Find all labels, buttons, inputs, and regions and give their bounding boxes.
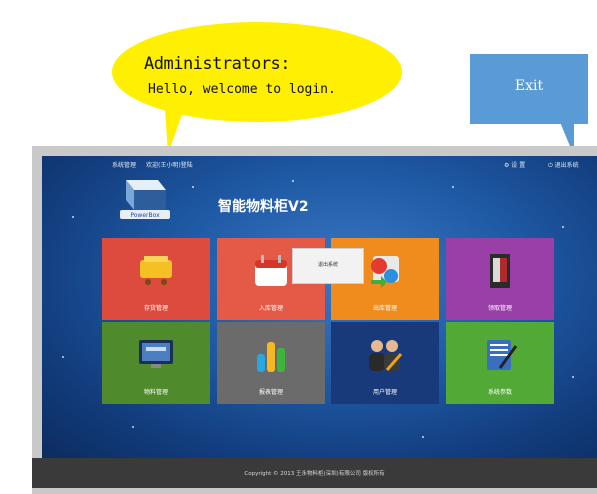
tile-label: 入库管理 [258, 305, 283, 312]
settings-link[interactable]: ⚙ 设 置 [504, 160, 525, 169]
monitor-icon [139, 340, 173, 368]
users-icon [369, 340, 403, 371]
exit-callout-label: Exit [514, 78, 544, 94]
tile-label: 领取管理 [487, 305, 512, 312]
notebook-icon [487, 340, 518, 370]
topbar-welcome: 欢迎(王小明)登陆 [146, 162, 193, 169]
logout-button[interactable]: 退出系统 [292, 248, 364, 284]
tile-materials[interactable]: 物料管理 [102, 322, 210, 404]
star [132, 426, 134, 428]
star [452, 186, 454, 188]
bar-chart-icon [257, 342, 285, 372]
app-title: 智能物料柜V2 [218, 199, 309, 215]
exit-link[interactable]: ⏻ 退出系统 [548, 160, 579, 170]
cabinet-icon [490, 254, 510, 288]
calendar-icon [255, 255, 287, 286]
star [292, 180, 294, 182]
tile-label: 出库管理 [372, 305, 397, 312]
tile-label: 用户管理 [372, 389, 397, 396]
admin-callout-message: Hello, welcome to login. [148, 82, 336, 97]
tile-inventory[interactable]: 存货管理 [102, 238, 210, 320]
tile-reports[interactable]: 报表管理 [217, 322, 325, 404]
star [572, 376, 574, 378]
exit-label: 退出系统 [554, 162, 579, 169]
logo-text: PowerBox [130, 212, 160, 219]
tile-users[interactable]: 用户管理 [331, 322, 439, 404]
exit-callout: Exit [470, 54, 588, 124]
admin-callout: Administrators: Hello, welcome to login. [112, 22, 402, 122]
exchange-icon [371, 256, 399, 288]
topbar-menu-system[interactable]: 系统管理 [112, 160, 136, 169]
tile-label: 报表管理 [258, 389, 283, 396]
star [562, 226, 564, 228]
star [72, 216, 74, 218]
app-screen: 系统管理 欢迎(王小明)登陆 ⚙ 设 置 ⏻ 退出系统 PowerBox 智能物… [42, 156, 597, 458]
app-logo: PowerBox [114, 176, 174, 222]
footer-copyright: Copyright © 2013 王永物料柜(深圳)有限公司 版权所有 [244, 471, 385, 477]
star [192, 186, 194, 188]
star [422, 436, 424, 438]
logout-button-label: 退出系统 [317, 262, 338, 268]
tile-label: 物料管理 [143, 389, 168, 396]
top-bar: 系统管理 欢迎(王小明)登陆 ⚙ 设 置 ⏻ 退出系统 [42, 156, 597, 172]
tile-receive[interactable]: 领取管理 [446, 238, 554, 320]
tile-label: 存货管理 [143, 305, 168, 312]
tile-system-params[interactable]: 系统参数 [446, 322, 554, 404]
cart-icon [140, 256, 172, 285]
footer: Copyright © 2013 王永物料柜(深圳)有限公司 版权所有 [32, 458, 597, 488]
star [62, 356, 64, 358]
tile-label: 系统参数 [487, 389, 512, 396]
admin-callout-title: Administrators: [144, 54, 291, 74]
settings-label: 设 置 [511, 162, 526, 169]
